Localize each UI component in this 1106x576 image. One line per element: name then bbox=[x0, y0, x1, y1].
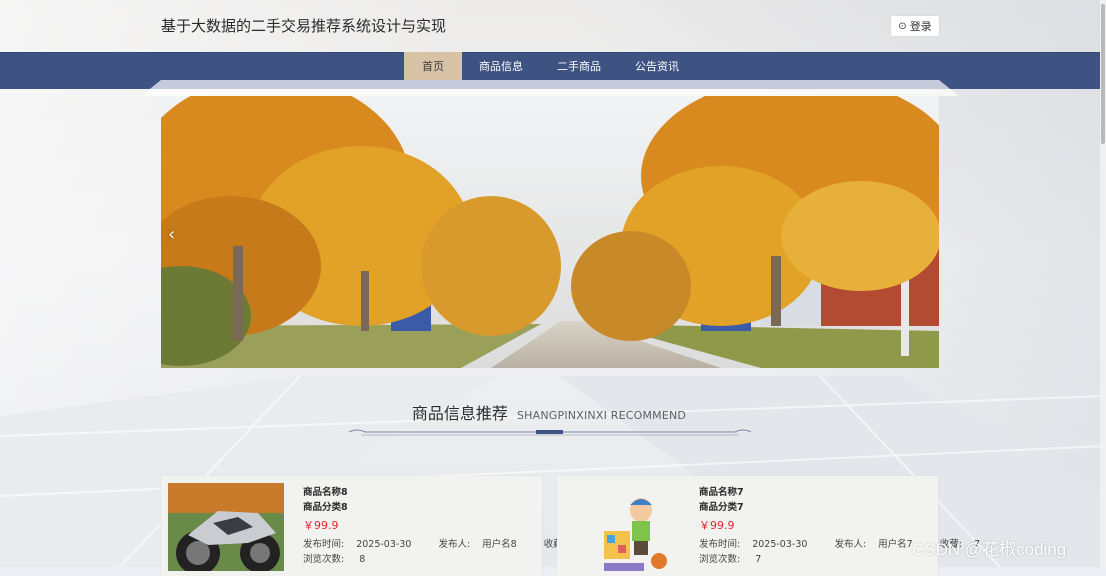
views-count: 7 bbox=[755, 554, 762, 565]
views-label: 浏览次数: bbox=[303, 554, 345, 565]
product-name: 商品名称7 bbox=[699, 487, 744, 498]
nav-item-home[interactable]: 首页 bbox=[404, 52, 462, 80]
publish-time-label: 发布时间: bbox=[303, 539, 345, 550]
nav-underlay bbox=[141, 80, 959, 96]
publisher: 用户名8 bbox=[482, 539, 517, 550]
product-card[interactable]: 商品名称7 商品分类7 ￥99.9 发布时间: 2025-03-30 发布人: 用户… bbox=[557, 476, 980, 576]
site-header: 基于大数据的二手交易推荐系统设计与实现 ⊙ 登录 bbox=[0, 0, 1106, 52]
recommend-title-en: SHANGPINXINXI RECOMMEND bbox=[517, 409, 687, 422]
product-price: ￥99.9 bbox=[699, 519, 735, 532]
publisher-label: 发布人: bbox=[438, 539, 471, 550]
publish-time-label: 发布时间: bbox=[699, 539, 741, 550]
motorcycle-image bbox=[168, 483, 284, 571]
csdn-watermark: CSDN @花椒coding bbox=[912, 540, 1067, 559]
publish-time: 2025-03-30 bbox=[752, 539, 808, 550]
banner-image bbox=[161, 96, 939, 368]
cartoon-boy-image bbox=[564, 483, 680, 571]
recommend-title-cn: 商品信息推荐 bbox=[411, 404, 508, 423]
section-divider bbox=[348, 429, 752, 436]
scrollbar-thumb[interactable] bbox=[1101, 4, 1105, 144]
nav-item-announcements[interactable]: 公告资讯 bbox=[618, 52, 696, 80]
product-category: 商品分类7 bbox=[699, 502, 744, 513]
recommend-section-title: 商品信息推荐 SHANGPINXINXI RECOMMEND bbox=[0, 400, 1098, 424]
publisher: 用户名7 bbox=[878, 539, 913, 550]
login-button[interactable]: ⊙ 登录 bbox=[891, 16, 939, 36]
nav-item-product-info[interactable]: 商品信息 bbox=[462, 52, 540, 80]
views-count: 8 bbox=[359, 554, 366, 565]
site-title: 基于大数据的二手交易推荐系统设计与实现 bbox=[161, 17, 447, 35]
login-label: 登录 bbox=[909, 20, 932, 33]
publish-time: 2025-03-30 bbox=[356, 539, 412, 550]
banner-prev-arrow[interactable]: ‹ bbox=[168, 224, 175, 245]
views-label: 浏览次数: bbox=[699, 554, 741, 565]
banner-carousel[interactable] bbox=[161, 96, 939, 368]
product-card[interactable]: 商品名称8 商品分类8 ￥99.9 发布时间: 2025-03-30 发布人: 用户… bbox=[161, 476, 584, 576]
publisher-label: 发布人: bbox=[834, 539, 867, 550]
nav-item-second-hand[interactable]: 二手商品 bbox=[540, 52, 618, 80]
check-circle-icon: ⊙ bbox=[898, 20, 907, 32]
